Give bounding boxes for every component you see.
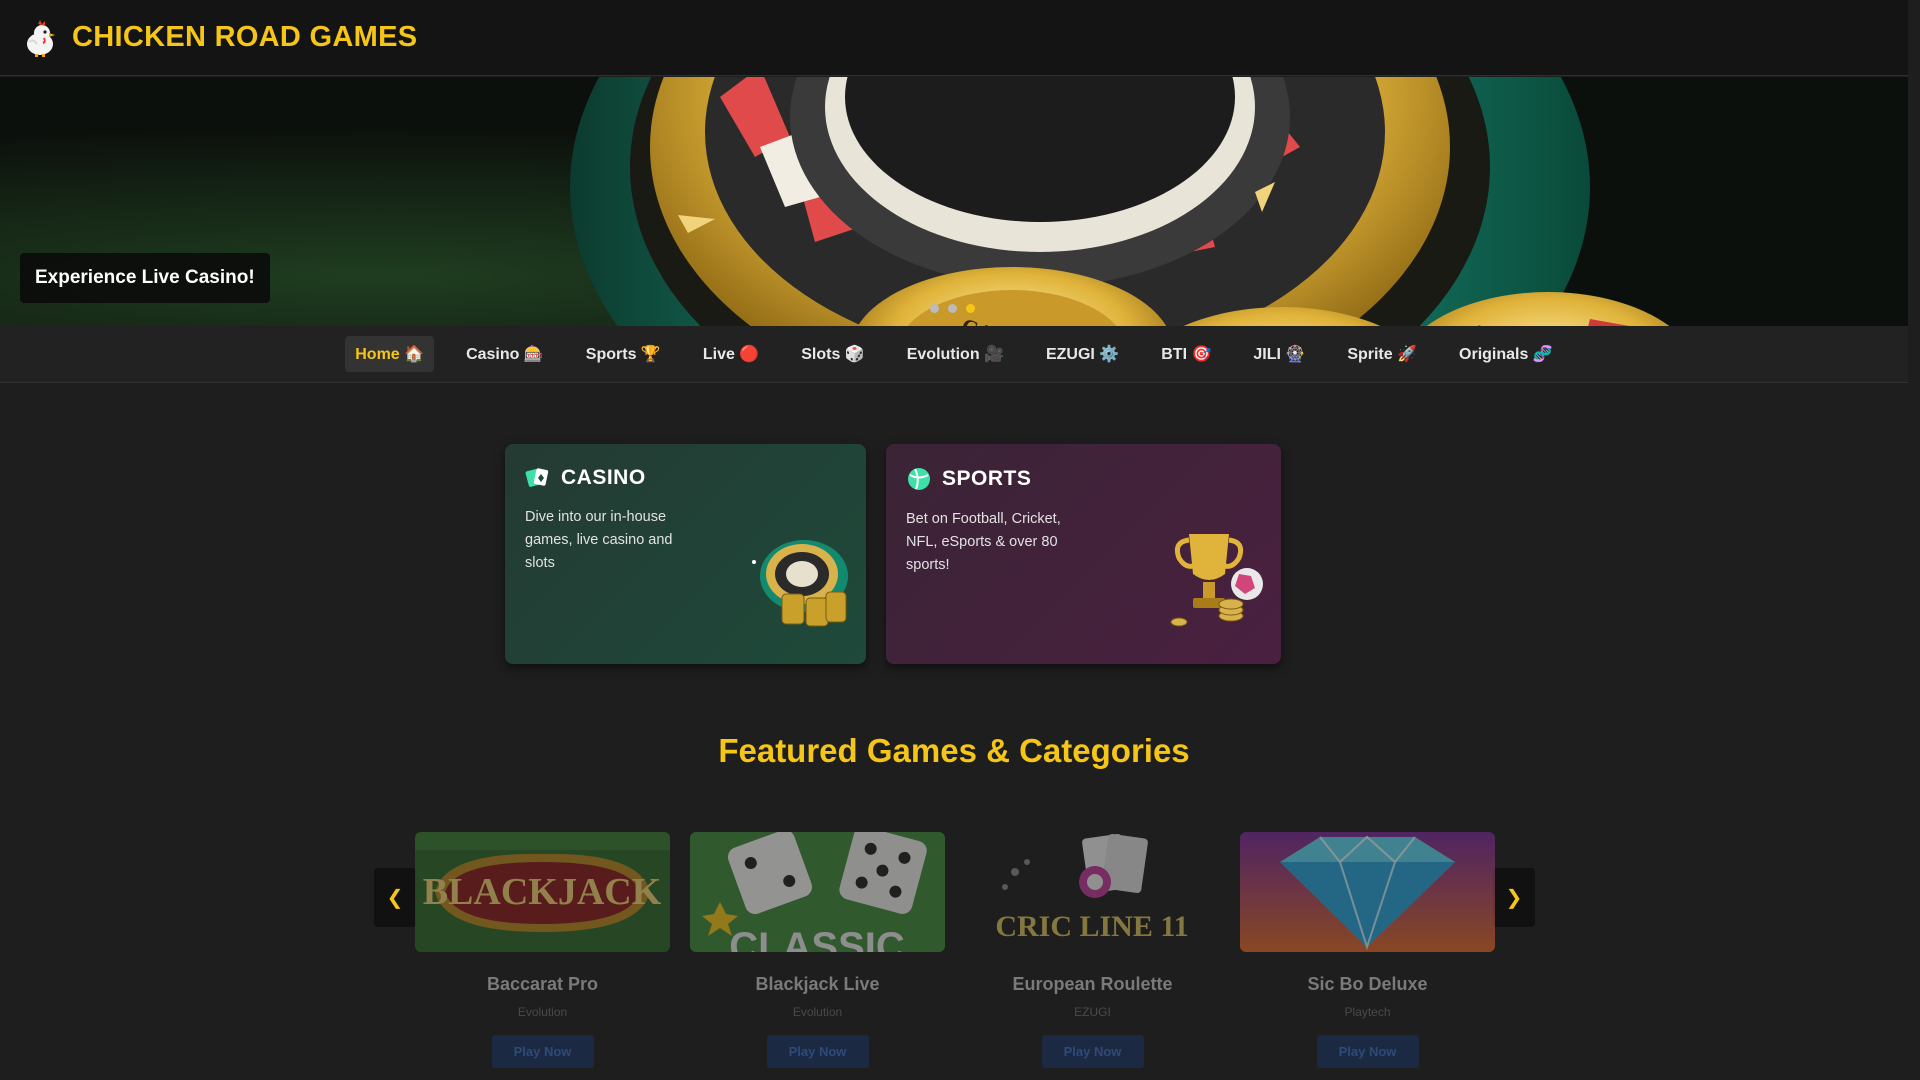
nav-item-live[interactable]: Live 🔴 [693, 336, 769, 372]
game-title: Sic Bo Deluxe [1307, 974, 1428, 994]
trophy-icon [1170, 534, 1263, 627]
game-provider: Evolution [517, 1005, 568, 1019]
roulette-chips-icon [752, 540, 848, 627]
carousel-prev-button[interactable]: ❮ [374, 868, 416, 927]
sports-card-title: SPORTS [942, 467, 1032, 490]
slide-dot-active[interactable] [966, 304, 975, 313]
play-now-button[interactable]: Play Now [1041, 1035, 1144, 1068]
nav-item-jili[interactable]: JILI 🎡 [1243, 336, 1315, 372]
game-thumbnail[interactable]: BLACKJACK [415, 832, 670, 952]
carousel-next-button[interactable]: ❯ [1493, 868, 1535, 927]
casino-card-title: CASINO [561, 466, 646, 489]
thumbnail-text: CLASSIC [729, 925, 905, 952]
roulette-banner-art: CASINO SINO CASINO [0, 77, 1908, 326]
sports-card-description: Bet on Football, Cricket, NFL, eSports &… [906, 511, 1061, 573]
game-thumbnail[interactable]: CRIC LINE 11 [965, 832, 1220, 952]
nav-item-sports[interactable]: Sports 🏆 [576, 336, 671, 372]
game-provider: EZUGI [1074, 1005, 1111, 1019]
game-card[interactable]: Sic Bo Deluxe Playtech Play Now [1240, 832, 1495, 1068]
nav-item-sprite[interactable]: Sprite 🚀 [1337, 336, 1427, 372]
ball-icon [908, 468, 930, 490]
nav-item-ezugi[interactable]: EZUGI ⚙️ [1036, 336, 1129, 372]
game-card[interactable]: CLASSIC Blackjack Live Evolution Play No… [690, 832, 945, 1068]
nav-item-home[interactable]: Home 🏠 [345, 336, 435, 372]
thumbnail-text: CRIC LINE 11 [995, 910, 1188, 943]
play-now-button[interactable]: Play Now [491, 1035, 594, 1068]
nav-item-originals[interactable]: Originals 🧬 [1449, 336, 1563, 372]
game-thumbnail[interactable]: CLASSIC [690, 832, 945, 952]
slide-indicators [930, 304, 975, 313]
casino-card-description: Dive into our in-house games, live casin… [525, 509, 673, 571]
brand-name[interactable]: CHICKEN ROAD GAMES [72, 21, 417, 54]
game-thumbnail[interactable] [1240, 832, 1495, 952]
cards-icon [525, 468, 549, 487]
sports-promo-card[interactable]: SPORTS Bet on Football, Cricket, NFL, eS… [886, 444, 1281, 664]
game-title: Blackjack Live [755, 974, 880, 994]
nav-item-casino[interactable]: Casino 🎰 [456, 336, 554, 372]
thumbnail-text: BLACKJACK [423, 871, 662, 913]
nav-item-bti[interactable]: BTI 🎯 [1151, 336, 1221, 372]
nav-item-evolution[interactable]: Evolution 🎥 [897, 336, 1014, 372]
game-card[interactable]: BLACKJACK Baccarat Pro Evolution Play No… [415, 832, 670, 1068]
main-nav: Home 🏠 Casino 🎰 Sports 🏆 Live 🔴 Slots 🎲 … [0, 326, 1908, 383]
game-title: Baccarat Pro [486, 974, 599, 994]
hero-banner[interactable]: CASINO SINO CASINO Experience Live Casin… [0, 77, 1908, 326]
hero-caption: Experience Live Casino! [20, 253, 270, 303]
featured-section-title: Featured Games & Categories [718, 732, 1190, 769]
game-card[interactable]: CRIC LINE 11 European Roulette EZUGI Pla… [965, 832, 1220, 1068]
nav-item-slots[interactable]: Slots 🎲 [791, 336, 874, 372]
game-title: European Roulette [1012, 974, 1173, 994]
slide-dot[interactable] [948, 304, 957, 313]
play-now-button[interactable]: Play Now [1316, 1035, 1419, 1068]
game-provider: Playtech [1344, 1005, 1391, 1019]
chicken-logo-icon[interactable] [20, 18, 60, 58]
casino-promo-card[interactable]: CASINO Dive into our in-house games, liv… [505, 444, 866, 664]
play-now-button[interactable]: Play Now [766, 1035, 869, 1068]
site-header: CHICKEN ROAD GAMES [0, 0, 1908, 76]
game-provider: Evolution [792, 1005, 843, 1019]
slide-dot[interactable] [930, 304, 939, 313]
